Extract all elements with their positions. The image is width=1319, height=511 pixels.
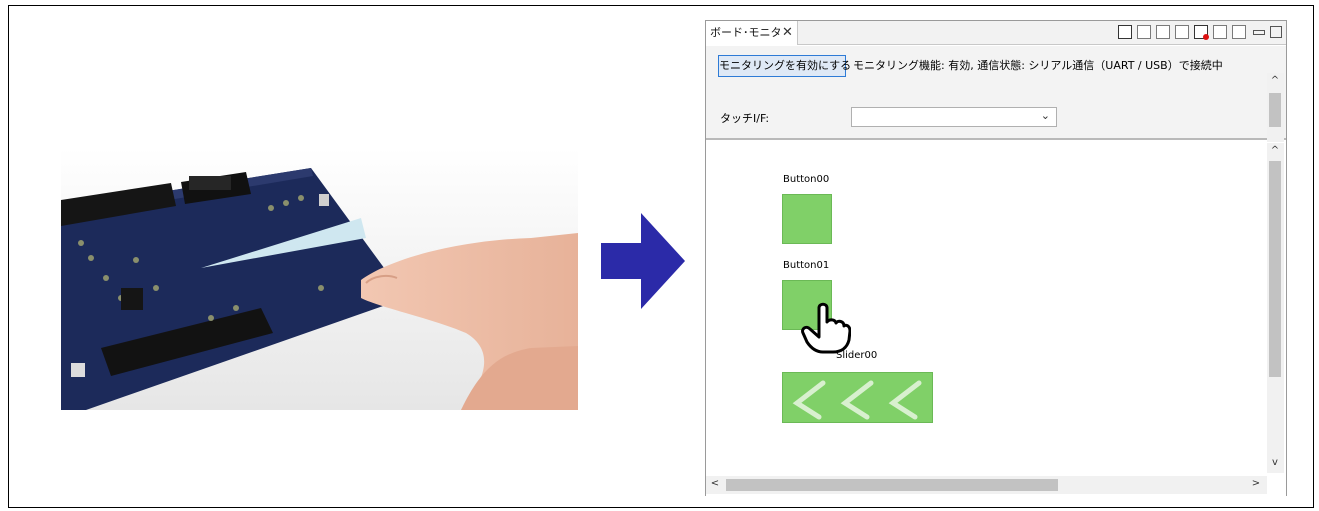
board-photo (61, 148, 578, 410)
slider-chevrons-icon (792, 380, 922, 420)
scroll-up-icon[interactable]: ^ (1268, 145, 1282, 156)
panel-toolbar (1118, 25, 1282, 41)
import-icon[interactable] (1156, 25, 1170, 39)
button00-label: Button00 (783, 174, 830, 185)
board-view-icon[interactable] (1118, 25, 1132, 39)
button00-widget[interactable] (782, 194, 832, 244)
scroll-right-icon[interactable]: > (1249, 478, 1263, 489)
canvas-horizontal-scrollbar[interactable]: < > (706, 476, 1267, 494)
settings-icon[interactable] (1175, 25, 1189, 39)
arrow-right-icon (601, 213, 685, 309)
record-icon[interactable] (1194, 25, 1209, 40)
tab-label: ボード･モニタ (710, 26, 782, 39)
scroll-up-icon[interactable]: ^ (1268, 75, 1282, 86)
panel-titlebar: ボード･モニタ ✕ (706, 21, 1286, 45)
scrollbar-thumb[interactable] (726, 479, 1058, 491)
panel-icon[interactable] (1213, 25, 1227, 39)
scrollbar-thumb[interactable] (1269, 161, 1281, 377)
tab-board-monitor[interactable]: ボード･モニタ ✕ (706, 21, 798, 45)
monitor-settings-pane: モニタリングを有効にする モニタリング機能: 有効, 通信状態: シリアル通信（… (706, 46, 1286, 161)
minimize-icon[interactable] (1251, 25, 1265, 39)
export-icon[interactable] (1137, 25, 1151, 39)
button01-label: Button01 (783, 260, 830, 271)
board-monitor-panel: ボード･モニタ ✕ モニタリングを有効にする モニタリング機能: 有効, 通信状… (705, 20, 1287, 496)
monitoring-status-text: モニタリング機能: 有効, 通信状態: シリアル通信（UART / USB）で接… (853, 59, 1223, 72)
enable-monitoring-button[interactable]: モニタリングを有効にする (718, 55, 851, 77)
scrollbar-thumb[interactable] (1269, 93, 1281, 127)
maximize-icon[interactable] (1270, 26, 1282, 38)
monitor-canvas: Button00 Button01 Slider00 (706, 142, 1286, 496)
hand-pointer-icon (801, 302, 851, 354)
grid-icon[interactable] (1232, 25, 1246, 39)
chevron-down-icon: ⌄ (1040, 109, 1050, 122)
touch-if-select[interactable]: ⌄ (851, 107, 1057, 127)
scroll-down-icon[interactable]: v (1268, 457, 1282, 468)
slider00-widget[interactable] (782, 372, 933, 423)
close-icon[interactable]: ✕ (782, 21, 793, 45)
canvas-vertical-scrollbar[interactable]: ^ v (1267, 143, 1284, 473)
scroll-left-icon[interactable]: < (708, 478, 722, 489)
touch-if-label: タッチI/F: (720, 112, 770, 125)
